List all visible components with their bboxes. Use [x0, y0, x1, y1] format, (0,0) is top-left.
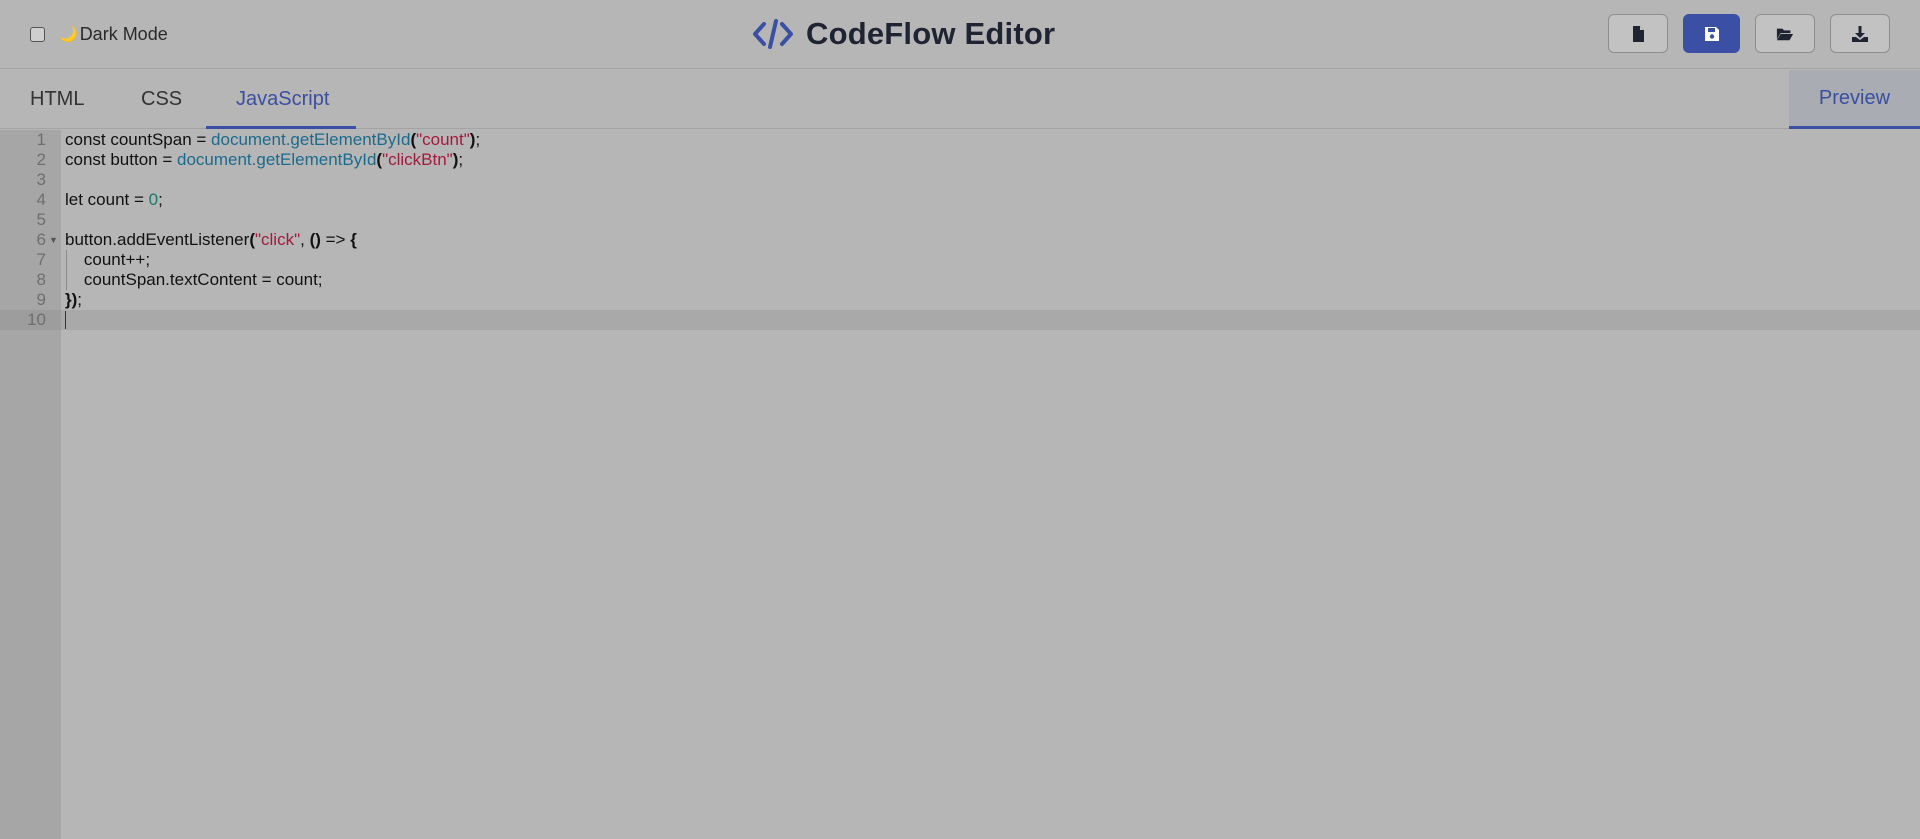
- tab-html[interactable]: HTML: [30, 70, 84, 129]
- line-number: 9: [36, 290, 46, 309]
- code-line[interactable]: let count = 0;: [65, 190, 163, 210]
- line-number: 7: [36, 250, 46, 269]
- line-number: 1: [36, 130, 46, 149]
- tab-javascript[interactable]: JavaScript: [236, 70, 329, 129]
- code-line[interactable]: count++;: [65, 250, 150, 270]
- tab-preview[interactable]: Preview: [1789, 70, 1920, 129]
- fold-arrow-icon[interactable]: ▼: [49, 230, 58, 250]
- code-line[interactable]: const button = document.getElementById("…: [65, 150, 463, 170]
- tab-css[interactable]: CSS: [141, 70, 182, 129]
- text-cursor: [65, 311, 66, 329]
- code-line[interactable]: const countSpan = document.getElementByI…: [65, 130, 480, 150]
- dark-mode-checkbox[interactable]: [30, 26, 45, 42]
- code-editor[interactable]: 1 2 3 4 5 6 ▼ 7 8 9 10 const countSpan =…: [0, 130, 1920, 839]
- folder-open-icon: [1776, 28, 1794, 40]
- line-number: 2: [36, 150, 46, 169]
- line-number: 5: [36, 210, 46, 229]
- editor-tabs: HTML CSS JavaScript Preview: [0, 70, 1920, 129]
- dark-mode-toggle[interactable]: 🌙 Dark Mode: [30, 23, 168, 45]
- active-line-highlight: [61, 310, 1920, 330]
- app-title: CodeFlow Editor: [806, 16, 1056, 51]
- moon-icon: 🌙: [59, 25, 78, 43]
- floppy-disk-icon: [1704, 26, 1719, 41]
- code-icon: [753, 19, 793, 49]
- code-line[interactable]: button.addEventListener("click", () => {: [65, 230, 357, 250]
- line-number: 6: [36, 230, 46, 249]
- app-brand: CodeFlow Editor: [752, 14, 1055, 54]
- line-number: 3: [36, 170, 46, 189]
- code-line[interactable]: countSpan.textContent = count;: [65, 270, 323, 290]
- save-button[interactable]: [1683, 14, 1740, 53]
- download-icon: [1852, 25, 1868, 42]
- line-number: 8: [36, 270, 46, 289]
- download-button[interactable]: [1830, 14, 1890, 53]
- line-number: 4: [36, 190, 46, 209]
- dark-mode-label: Dark Mode: [79, 23, 168, 44]
- open-folder-button[interactable]: [1755, 14, 1815, 53]
- new-file-button[interactable]: [1608, 14, 1668, 53]
- file-icon: [1633, 25, 1644, 42]
- active-tab-indicator: [206, 126, 356, 129]
- toolbar: [1608, 14, 1890, 53]
- code-line[interactable]: });: [65, 290, 82, 310]
- app-header: 🌙 Dark Mode CodeFlow Editor: [0, 0, 1920, 69]
- line-number: 10: [27, 310, 46, 329]
